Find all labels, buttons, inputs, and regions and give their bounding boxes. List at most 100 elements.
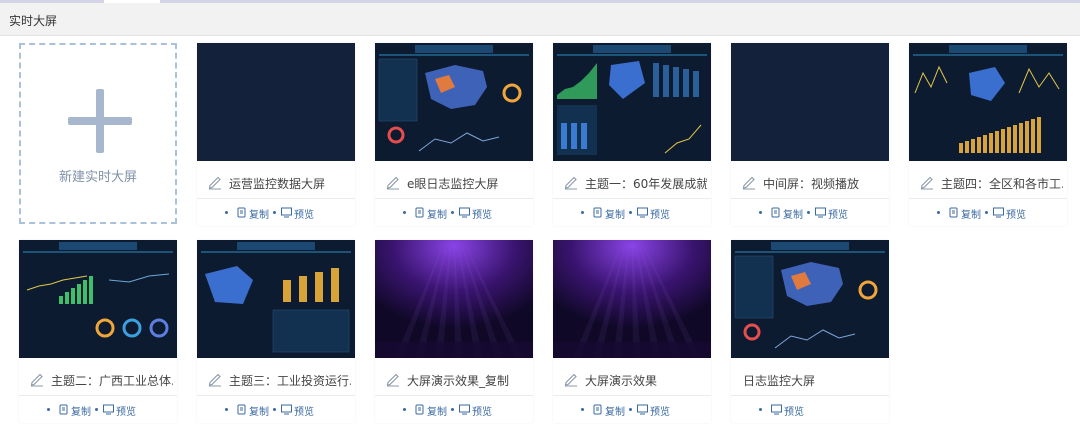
copy-button[interactable]: 复制 <box>427 206 447 221</box>
copy-icon[interactable] <box>59 404 69 415</box>
monitor-icon[interactable] <box>771 404 782 415</box>
monitor-icon[interactable] <box>103 404 114 415</box>
edit-icon[interactable] <box>207 371 223 387</box>
preview-button[interactable]: 预览 <box>828 206 848 221</box>
preview-button[interactable]: 预览 <box>784 403 804 418</box>
card-name-row: 主题三：工业投资运行... <box>197 366 355 396</box>
dashboard-thumbnail[interactable] <box>375 43 533 161</box>
copy-button[interactable]: 复制 <box>249 403 269 418</box>
dashboard-name: 大屏演示效果 <box>585 374 658 388</box>
card-actions: 复制 预览 <box>909 205 1067 221</box>
bullet-dot <box>759 211 762 214</box>
monitor-icon[interactable] <box>281 404 292 415</box>
card-actions: 复制 预览 <box>197 402 355 418</box>
dashboard-name: 主题四：全区和各市工... <box>941 177 1063 191</box>
edit-icon[interactable] <box>385 371 401 387</box>
copy-button[interactable]: 复制 <box>961 206 981 221</box>
copy-button[interactable]: 复制 <box>783 206 803 221</box>
monitor-icon[interactable] <box>815 207 826 218</box>
card-actions: 复制 预览 <box>731 205 889 221</box>
edit-icon[interactable] <box>741 174 757 190</box>
edit-icon[interactable] <box>563 371 579 387</box>
preview-button[interactable]: 预览 <box>294 403 314 418</box>
dashboard-card: 主题四：全区和各市工... 复制 预览 <box>909 43 1067 226</box>
card-name-row: 大屏演示效果 <box>553 366 711 396</box>
dashboard-grid: 新建实时大屏 运营监控数据大屏 复制 预览 e眼日志监控大屏 复制 预览 主题一：60年发展… <box>0 36 1080 444</box>
bullet-dot <box>47 408 50 411</box>
dashboard-thumbnail[interactable] <box>731 240 889 358</box>
preview-button[interactable]: 预览 <box>294 206 314 221</box>
copy-icon[interactable] <box>593 404 603 415</box>
dashboard-card: 大屏演示效果_复制复制 预览 <box>375 240 533 423</box>
edit-icon[interactable] <box>207 174 223 190</box>
bullet-dot <box>451 408 454 411</box>
dashboard-card: 日志监控大屏预览 <box>731 240 889 423</box>
preview-button[interactable]: 预览 <box>472 206 492 221</box>
preview-button[interactable]: 预览 <box>650 206 670 221</box>
copy-button[interactable]: 复制 <box>249 206 269 221</box>
edit-icon[interactable] <box>385 174 401 190</box>
copy-button[interactable]: 复制 <box>605 206 625 221</box>
card-actions: 复制 预览 <box>553 402 711 418</box>
bullet-dot <box>759 408 762 411</box>
bullet-dot <box>985 211 988 214</box>
card-actions: 复制 预览 <box>553 205 711 221</box>
monitor-icon[interactable] <box>637 207 648 218</box>
dashboard-thumbnail[interactable] <box>553 43 711 161</box>
dashboard-thumbnail[interactable] <box>197 43 355 161</box>
dashboard-thumbnail[interactable] <box>731 43 889 161</box>
bullet-dot <box>403 408 406 411</box>
dashboard-card: 主题二：广西工业总体... 复制 预览 <box>19 240 177 423</box>
edit-icon[interactable] <box>919 174 935 190</box>
dashboard-thumbnail[interactable] <box>19 240 177 358</box>
bullet-dot <box>95 408 98 411</box>
monitor-icon[interactable] <box>637 404 648 415</box>
dashboard-thumbnail[interactable] <box>909 43 1067 161</box>
preview-button[interactable]: 预览 <box>1006 206 1026 221</box>
preview-button[interactable]: 预览 <box>650 403 670 418</box>
monitor-icon[interactable] <box>281 207 292 218</box>
copy-icon[interactable] <box>237 404 247 415</box>
dashboard-name: 中间屏：视频播放 <box>763 177 860 191</box>
card-actions: 预览 <box>731 402 889 418</box>
copy-icon[interactable] <box>237 207 247 218</box>
dashboard-name: 主题一：60年发展成就... <box>585 177 707 191</box>
dashboard-card: e眼日志监控大屏复制 预览 <box>375 43 533 226</box>
card-name-row: 运营监控数据大屏 <box>197 169 355 199</box>
copy-icon[interactable] <box>415 207 425 218</box>
dashboard-name: 日志监控大屏 <box>743 374 816 388</box>
edit-icon[interactable] <box>563 174 579 190</box>
new-dashboard-button[interactable]: 新建实时大屏 <box>19 43 177 224</box>
copy-icon[interactable] <box>771 207 781 218</box>
bullet-dot <box>581 408 584 411</box>
bullet-dot <box>403 211 406 214</box>
dashboard-card: 主题一：60年发展成就... 复制 预览 <box>553 43 711 226</box>
monitor-icon[interactable] <box>459 404 470 415</box>
preview-button[interactable]: 预览 <box>116 403 136 418</box>
dashboard-thumbnail[interactable] <box>375 240 533 358</box>
bullet-dot <box>581 211 584 214</box>
dashboard-thumbnail[interactable] <box>197 240 355 358</box>
dashboard-thumbnail[interactable] <box>553 240 711 358</box>
copy-icon[interactable] <box>593 207 603 218</box>
dashboard-name: 大屏演示效果_复制 <box>407 374 510 388</box>
copy-button[interactable]: 复制 <box>427 403 447 418</box>
card-name-row: 日志监控大屏 <box>731 366 889 396</box>
dashboard-name: e眼日志监控大屏 <box>407 177 499 191</box>
copy-icon[interactable] <box>949 207 959 218</box>
card-name-row: 大屏演示效果_复制 <box>375 366 533 396</box>
new-dashboard-label: 新建实时大屏 <box>58 170 137 185</box>
edit-icon[interactable] <box>29 371 45 387</box>
preview-button[interactable]: 预览 <box>472 403 492 418</box>
plus-icon <box>68 89 132 153</box>
copy-icon[interactable] <box>415 404 425 415</box>
monitor-icon[interactable] <box>993 207 1004 218</box>
card-name-row: 主题四：全区和各市工... <box>909 169 1067 199</box>
card-actions: 复制 预览 <box>19 402 177 418</box>
bullet-dot <box>273 408 276 411</box>
copy-button[interactable]: 复制 <box>71 403 91 418</box>
bullet-dot <box>225 408 228 411</box>
bullet-dot <box>807 211 810 214</box>
monitor-icon[interactable] <box>459 207 470 218</box>
copy-button[interactable]: 复制 <box>605 403 625 418</box>
